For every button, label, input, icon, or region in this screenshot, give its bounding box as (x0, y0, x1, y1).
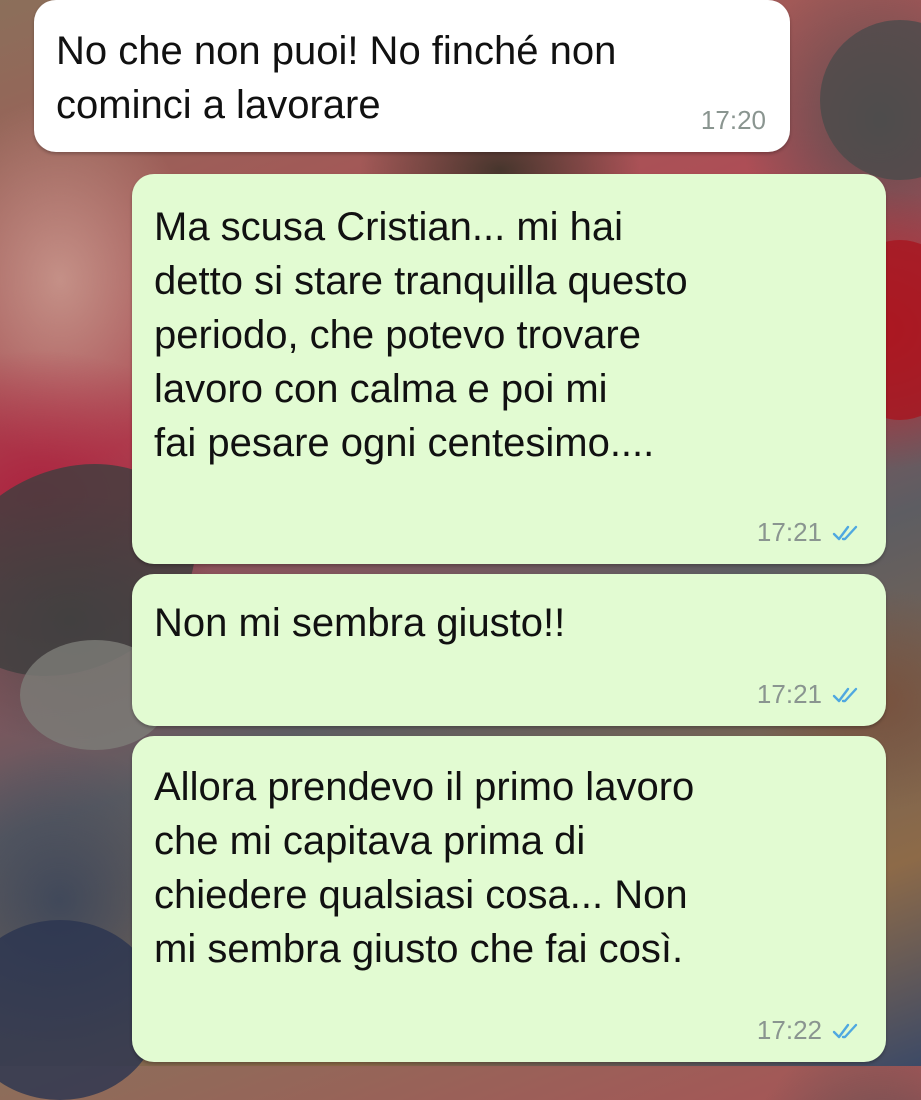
double-check-icon (832, 687, 858, 702)
message-bubble-incoming[interactable]: No che non puoi! No finché non cominci a… (34, 0, 790, 152)
message-meta: 17:21 (757, 679, 862, 710)
message-bubble-outgoing[interactable]: Ma scusa Cristian... mi hai detto si sta… (132, 174, 886, 564)
message-bubble-outgoing[interactable]: Allora prendevo il primo lavoro che mi c… (132, 736, 886, 1062)
message-text: Non mi sembra giusto!! (154, 601, 566, 645)
message-meta: 17:20 (701, 105, 766, 136)
message-meta: 17:22 (757, 1015, 862, 1046)
message-time: 17:21 (756, 517, 822, 547)
message-time: 17:21 (756, 679, 822, 709)
message-text: Allora prendevo il primo lavoro che mi c… (154, 765, 695, 971)
double-check-icon (832, 1023, 858, 1038)
message-text: No che non puoi! No finché non cominci a… (56, 29, 617, 127)
message-list[interactable]: No che non puoi! No finché non cominci a… (0, 0, 921, 1066)
message-text: Ma scusa Cristian... mi hai detto si sta… (154, 205, 688, 465)
double-check-icon (832, 525, 858, 540)
message-meta: 17:21 (757, 517, 862, 548)
message-time: 17:20 (700, 105, 766, 135)
message-bubble-outgoing[interactable]: Non mi sembra giusto!! 17:21 (132, 574, 886, 726)
message-time: 17:22 (756, 1015, 822, 1045)
